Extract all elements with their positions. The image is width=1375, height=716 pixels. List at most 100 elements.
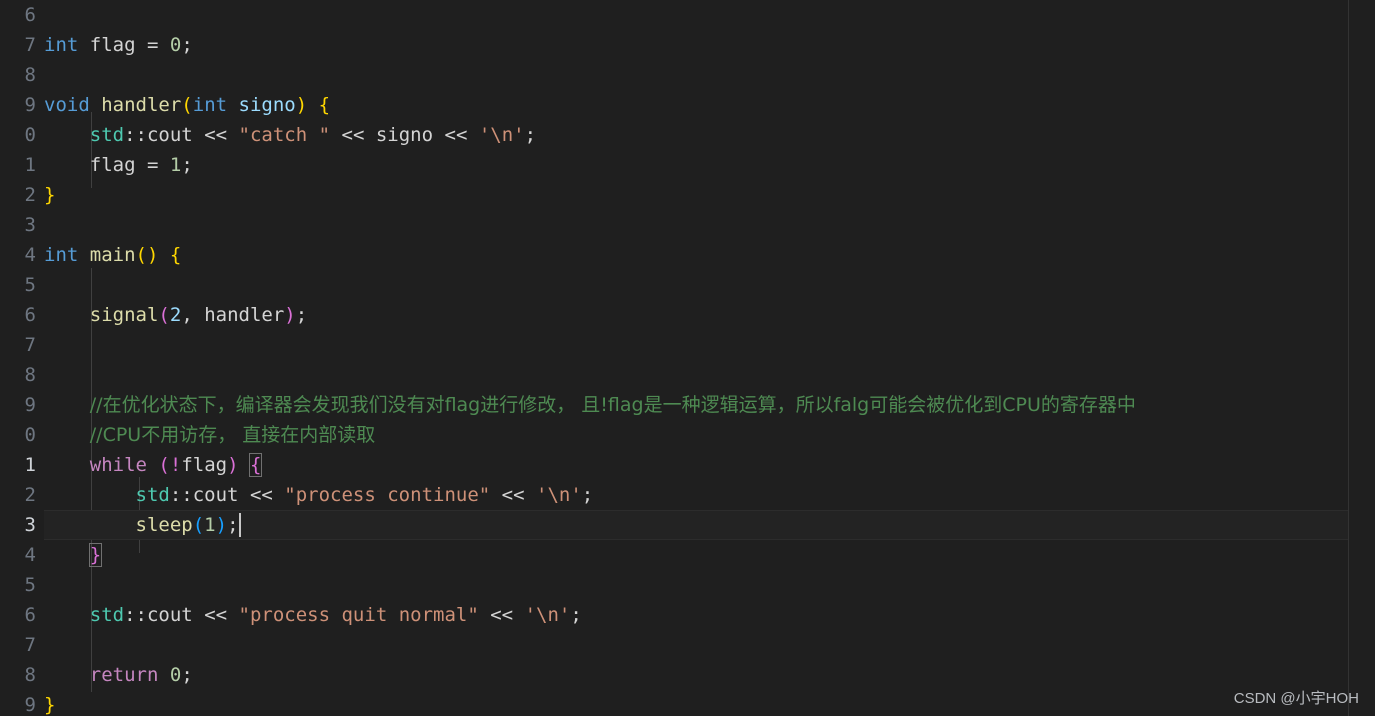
line-number[interactable]: 9	[0, 90, 44, 120]
code-line[interactable]: }	[44, 180, 1348, 210]
token: )	[284, 304, 296, 326]
watermark: CSDN @小宇HOH	[1233, 690, 1359, 707]
token: 0	[169, 664, 182, 686]
token: std	[135, 484, 170, 506]
code-tokens: }	[44, 694, 55, 716]
code-line[interactable]	[44, 60, 1348, 90]
matching-brace-open: {	[248, 453, 263, 477]
token: )	[215, 514, 228, 536]
line-number[interactable]: 6	[0, 0, 44, 30]
code-line[interactable]	[44, 270, 1348, 300]
line-number[interactable]: 7	[0, 630, 44, 660]
line-number[interactable]: 9	[0, 390, 44, 420]
code-line-comment[interactable]: //在优化状态下，编译器会发现我们没有对flag进行修改， 且!flag是一种逻…	[44, 390, 1348, 420]
line-number[interactable]: 9	[0, 690, 44, 716]
line-number[interactable]: 0	[0, 120, 44, 150]
comment-text: //CPU不用访存， 直接在内部读取	[89, 424, 376, 446]
line-number[interactable]: 4	[0, 240, 44, 270]
code-line[interactable]: std::cout << "catch " << signo << '\n';	[44, 120, 1348, 150]
code-line[interactable]: }	[44, 690, 1348, 716]
line-number[interactable]: 8	[0, 660, 44, 690]
code-line[interactable]	[44, 630, 1348, 660]
code-line[interactable]: std::cout << "process continue" << '\n';	[44, 480, 1348, 510]
line-number[interactable]: 6	[0, 300, 44, 330]
code-line[interactable]: std::cout << "process quit normal" << '\…	[44, 600, 1348, 630]
line-number[interactable]: 2	[0, 480, 44, 510]
line-number[interactable]: 3	[0, 510, 44, 540]
code-line[interactable]	[44, 0, 1348, 30]
token: return	[89, 664, 159, 686]
code-tokens: while (!flag)	[44, 454, 250, 476]
code-line[interactable]: int main() {	[44, 240, 1348, 270]
token: (	[158, 304, 170, 326]
token: signo	[238, 94, 296, 116]
code-tokens: void handler(int signo) {	[44, 94, 330, 116]
code-line[interactable]	[44, 360, 1348, 390]
line-number[interactable]: 1	[0, 150, 44, 180]
code-line[interactable]	[44, 570, 1348, 600]
token: }	[44, 694, 56, 716]
code-line-comment[interactable]: //CPU不用访存， 直接在内部读取	[44, 420, 1348, 450]
token: 1	[204, 514, 216, 536]
line-number[interactable]: 7	[0, 330, 44, 360]
token: )	[227, 454, 239, 476]
code-line[interactable]: return 0;	[44, 660, 1348, 690]
token: ;	[295, 304, 308, 326]
line-number[interactable]: 3	[0, 210, 44, 240]
code-line[interactable]: }	[44, 540, 1348, 570]
line-number[interactable]: 1	[0, 450, 44, 480]
code-tokens: signal(2, handler);	[44, 304, 307, 326]
token: "process quit normal"	[238, 604, 479, 626]
line-number[interactable]: 0	[0, 420, 44, 450]
code-line[interactable]: int flag = 0;	[44, 30, 1348, 60]
code-line[interactable]: flag = 1;	[44, 150, 1348, 180]
token: <<	[204, 604, 228, 626]
code-line[interactable]: void handler(int signo) {	[44, 90, 1348, 120]
code-line[interactable]	[44, 330, 1348, 360]
code-tokens: sleep(1);	[44, 514, 239, 536]
token: while	[89, 454, 147, 476]
line-number[interactable]: 8	[0, 60, 44, 90]
code-line[interactable]	[44, 210, 1348, 240]
token: <<	[501, 484, 525, 506]
code-line[interactable]: while (!flag) {	[44, 450, 1348, 480]
line-number[interactable]: 5	[0, 270, 44, 300]
line-number[interactable]: 4	[0, 540, 44, 570]
token: int	[192, 94, 228, 116]
token: ;	[181, 664, 193, 686]
token: cout	[146, 604, 193, 626]
token: flag	[89, 34, 136, 56]
line-number[interactable]: 7	[0, 30, 44, 60]
token: {	[169, 244, 182, 266]
line-number[interactable]: 2	[0, 180, 44, 210]
line-number[interactable]: 8	[0, 360, 44, 390]
token: void	[44, 94, 90, 116]
token: "catch "	[238, 124, 331, 146]
line-number[interactable]: 5	[0, 570, 44, 600]
code-editor[interactable]: 678901234567890123456789 int flag = 0; v…	[0, 0, 1375, 716]
line-number[interactable]: 6	[0, 600, 44, 630]
token: int	[44, 244, 79, 266]
token: ;	[181, 34, 193, 56]
token: '\n'	[524, 604, 571, 626]
code-viewport[interactable]: int flag = 0; void handler(int signo) { …	[44, 0, 1375, 716]
overview-ruler[interactable]	[1348, 0, 1375, 716]
code-line[interactable]: signal(2, handler);	[44, 300, 1348, 330]
